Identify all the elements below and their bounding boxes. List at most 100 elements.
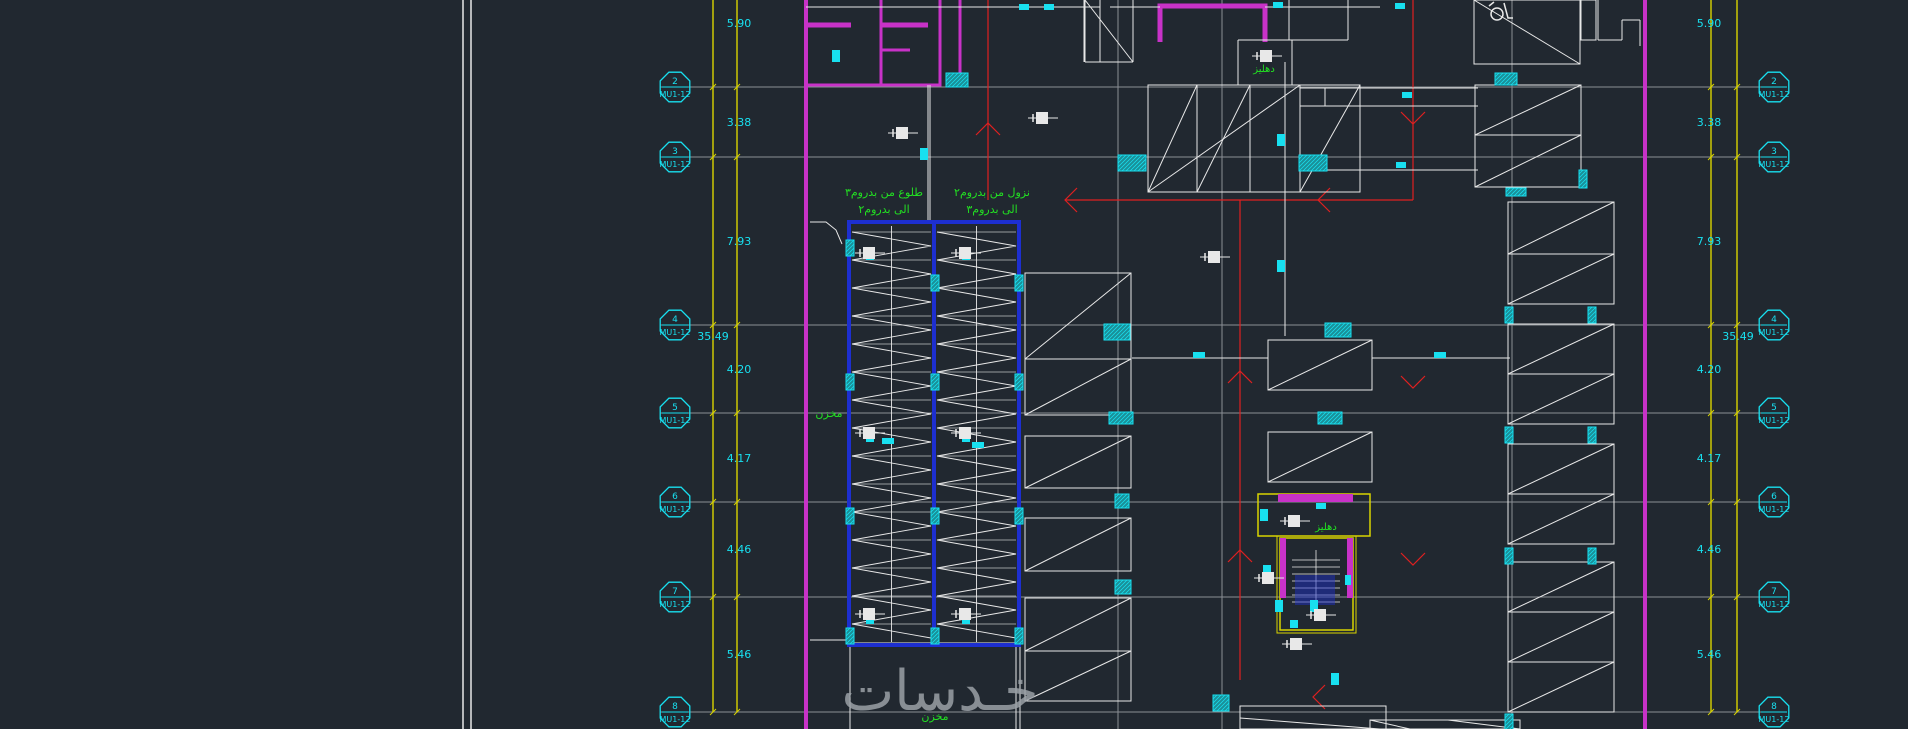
- grid-bubble-ref: MU1-12: [1759, 160, 1790, 169]
- grid-bubble-4-left: 4 MU1-12: [660, 309, 691, 341]
- grid-bubble-7-left: 7 MU1-12: [660, 581, 691, 613]
- grid-bubble-ref: MU1-12: [1759, 715, 1790, 724]
- parking-stall: [1267, 431, 1373, 483]
- column: [1402, 92, 1412, 98]
- column: [1277, 134, 1285, 146]
- dimension-lines: [712, 0, 1738, 712]
- column: [1395, 3, 1405, 9]
- hatched-column: [1114, 493, 1130, 509]
- parking-stall: [1507, 661, 1615, 713]
- parking-stall: [1024, 650, 1132, 702]
- grid-bubble-2-left: 2 MU1-12: [660, 71, 690, 103]
- outer-walls: [804, 0, 1647, 729]
- parking-stall: [1507, 561, 1615, 613]
- dimension-value-left: 4.20: [727, 363, 752, 376]
- column: [1260, 509, 1268, 521]
- grid-bubbles-right: 2 MU1-12 3 MU1-12 4 MU1-12 5 MU1-12 6 MU1-12 7 MU1-…: [1759, 71, 1790, 728]
- column: [832, 50, 840, 62]
- fire-extinguisher-icon: [1028, 112, 1058, 124]
- hatched-column: [1014, 274, 1024, 292]
- grid-bubble-number: 8: [1771, 702, 1777, 712]
- hatched-column: [1114, 579, 1132, 595]
- grid-bubble-number: 8: [672, 702, 678, 712]
- dimension-value-left: 4.46: [727, 543, 752, 556]
- hatched-column: [1317, 411, 1343, 425]
- hatched-column: [1212, 694, 1230, 712]
- grid-bubble-2-right: 2 MU1-12: [1759, 71, 1789, 103]
- column: [1193, 352, 1205, 358]
- dimension-value-right: 5.90: [1697, 17, 1722, 30]
- fire-extinguisher-icon: [1252, 50, 1282, 62]
- hatched-column: [1494, 72, 1518, 86]
- hatched-column: [1108, 411, 1134, 425]
- grid-bubble-number: 3: [1771, 147, 1777, 157]
- hatched-column: [1587, 306, 1597, 324]
- column: [1331, 673, 1339, 685]
- fire-extinguisher-icon: [888, 127, 918, 139]
- parking-stall: [1507, 253, 1615, 305]
- grid-lines: [660, 86, 1775, 713]
- grid-bubble-ref: MU1-12: [1759, 505, 1790, 514]
- parking-stall: [1024, 272, 1132, 360]
- grid-bubble-ref: MU1-12: [1759, 328, 1790, 337]
- left-boundary: [462, 0, 472, 729]
- hatched-column: [930, 274, 940, 292]
- column: [1316, 503, 1326, 509]
- dimension-value-left: 5.90: [727, 17, 752, 30]
- hatched-column: [1324, 322, 1352, 338]
- column: [1275, 600, 1283, 612]
- grid-bubble-5-right: 5 MU1-12: [1759, 397, 1790, 429]
- grid-bubble-number: 3: [672, 147, 678, 157]
- grid-bubble-ref: MU1-12: [1759, 600, 1790, 609]
- grid-bubble-8-right: 8 MU1-12: [1759, 696, 1790, 728]
- grid-bubble-ref: MU1-12: [660, 600, 691, 609]
- hatched-column: [945, 72, 969, 88]
- hatched-column: [930, 627, 940, 645]
- parking-stall: [1474, 134, 1582, 188]
- wheelchair-icon: [1488, 1, 1513, 21]
- fire-extinguisher-icon: [855, 427, 885, 439]
- stall-divider: [1147, 84, 1198, 193]
- grid-bubble-number: 6: [1771, 492, 1777, 502]
- ramp-up-label: طلوع من بدروم٣: [845, 186, 923, 199]
- hatched-column: [1504, 426, 1514, 444]
- grid-bubble-ref: MU1-12: [660, 160, 691, 169]
- grid-bubbles-left: 2 MU1-12 3 MU1-12 4 MU1-12 5 MU1-12 6 MU1-12 7 MU1-…: [660, 71, 691, 728]
- watermark-text: خـدسات: [841, 659, 1038, 724]
- ramp-down-label: نزول من بدروم٢: [954, 186, 1030, 199]
- ramp-up-to-label: الى بدروم٢: [858, 203, 909, 216]
- parking-stall: [1024, 597, 1132, 652]
- hatched-column: [845, 627, 855, 645]
- grid-bubble-7-right: 7 MU1-12: [1759, 581, 1790, 613]
- parking-stall: [1267, 339, 1373, 391]
- dimension-value-right: 7.93: [1697, 235, 1722, 248]
- parking-stall: [1474, 84, 1582, 136]
- hatched-column: [930, 507, 940, 525]
- column: [1044, 4, 1054, 10]
- dimension-value-left: 3.38: [727, 116, 752, 129]
- hatched-column: [1504, 306, 1514, 324]
- parking-stall: [1507, 201, 1615, 255]
- grid-bubble-number: 7: [672, 587, 678, 597]
- parking-stall: [1507, 443, 1615, 495]
- grid-bubble-number: 5: [672, 403, 678, 413]
- grid-bubble-3-right: 3 MU1-12: [1759, 141, 1790, 173]
- grid-bubble-ref: MU1-12: [660, 328, 691, 337]
- hatched-column: [930, 373, 940, 391]
- stall-divider: [1196, 84, 1251, 193]
- grid-bubble-number: 7: [1771, 587, 1777, 597]
- dimension-value-right: 4.46: [1697, 543, 1722, 556]
- ramps: [810, 220, 1021, 647]
- lobby-top-label: دهليز: [1252, 64, 1275, 75]
- column: [1273, 2, 1283, 8]
- fire-extinguisher-icon: [1200, 251, 1230, 263]
- parking-stall: [1024, 358, 1132, 416]
- grid-bubble-number: 4: [672, 315, 678, 325]
- grid-bubble-ref: MU1-12: [1759, 416, 1790, 425]
- parking-stall: [1507, 373, 1615, 425]
- hatched-column: [1505, 187, 1527, 197]
- hatched-column: [1504, 547, 1514, 565]
- total-dimension-left: 35.49: [697, 330, 729, 343]
- ramp-down-to-label: الى بدروم٣: [966, 203, 1017, 216]
- column: [882, 438, 894, 444]
